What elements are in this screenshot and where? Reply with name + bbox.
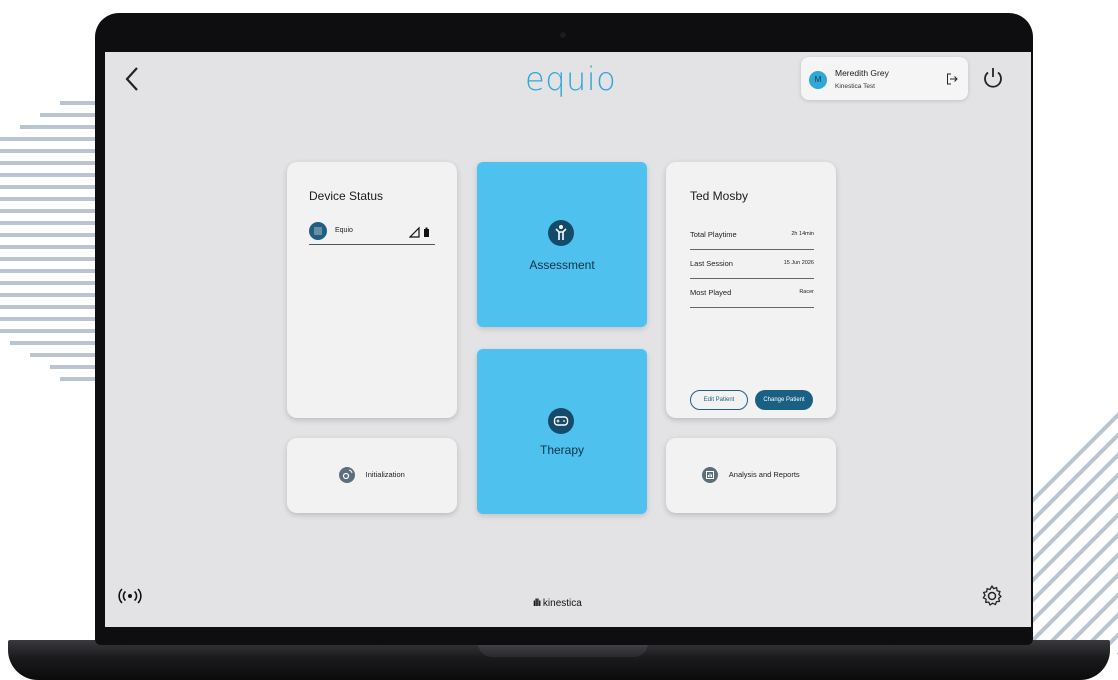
therapy-tile[interactable]: Therapy [477, 349, 647, 514]
device-status-title: Device Status [309, 189, 384, 203]
app-logo: equio [525, 60, 617, 98]
assessment-label: Assessment [529, 258, 595, 272]
settings-gear-icon[interactable] [980, 584, 1004, 608]
brand-bars-icon: ıllı [533, 598, 541, 609]
stat-label: Total Playtime [690, 230, 737, 239]
patient-name: Ted Mosby [690, 189, 749, 203]
wireless-icon[interactable] [117, 588, 143, 604]
camera [560, 32, 566, 38]
device-row[interactable]: Equio [309, 222, 435, 245]
stat-value: Racer [799, 289, 814, 295]
brand-name: kinestica [542, 598, 582, 609]
stat-label: Last Session [690, 259, 733, 268]
therapy-label: Therapy [539, 443, 585, 457]
avatar: M [809, 71, 827, 89]
user-name: Meredith Grey [835, 68, 889, 78]
stat-row-playtime: Total Playtime 2h 14min [690, 221, 814, 250]
user-organization: Kinestica Test [835, 83, 875, 90]
reports-content: Analysis and Reports [666, 466, 836, 484]
stat-row-most-played: Most Played Racer [690, 279, 814, 308]
initialization-card[interactable]: Initialization [287, 438, 457, 513]
signal-icon [409, 226, 429, 238]
user-card[interactable]: M Meredith Grey Kinestica Test [801, 57, 968, 100]
device-icon [309, 222, 327, 240]
assessment-tile[interactable]: Assessment [477, 162, 647, 327]
change-patient-button[interactable]: Change Patient [755, 390, 813, 410]
edit-patient-button[interactable]: Edit Patient [690, 390, 748, 410]
back-arrow-icon[interactable] [121, 64, 145, 94]
device-status-card: Device Status Equio [287, 162, 457, 418]
power-icon[interactable] [981, 66, 1005, 90]
logout-icon[interactable] [946, 73, 958, 85]
gamepad-icon [548, 408, 574, 434]
device-name: Equio [335, 227, 353, 234]
brand-logo: ıllı kinestica [533, 598, 582, 609]
analysis-reports-card[interactable]: Analysis and Reports [666, 438, 836, 513]
initialization-label: Initialization [365, 470, 405, 480]
report-icon [702, 466, 719, 483]
stat-value: 2h 14min [791, 231, 814, 237]
gear-sync-icon [339, 466, 356, 483]
reports-label: Analysis and Reports [728, 470, 800, 480]
person-icon [548, 220, 574, 246]
initialization-content: Initialization [287, 466, 457, 484]
patient-card: Ted Mosby Total Playtime 2h 14min Last S… [666, 162, 836, 418]
stat-label: Most Played [690, 288, 732, 297]
app-screen: equio M Meredith Grey Kinestica Test Dev… [105, 52, 1031, 627]
stat-value: 15 Jun 2026 [783, 260, 814, 266]
stat-row-last-session: Last Session 15 Jun 2026 [690, 250, 814, 279]
